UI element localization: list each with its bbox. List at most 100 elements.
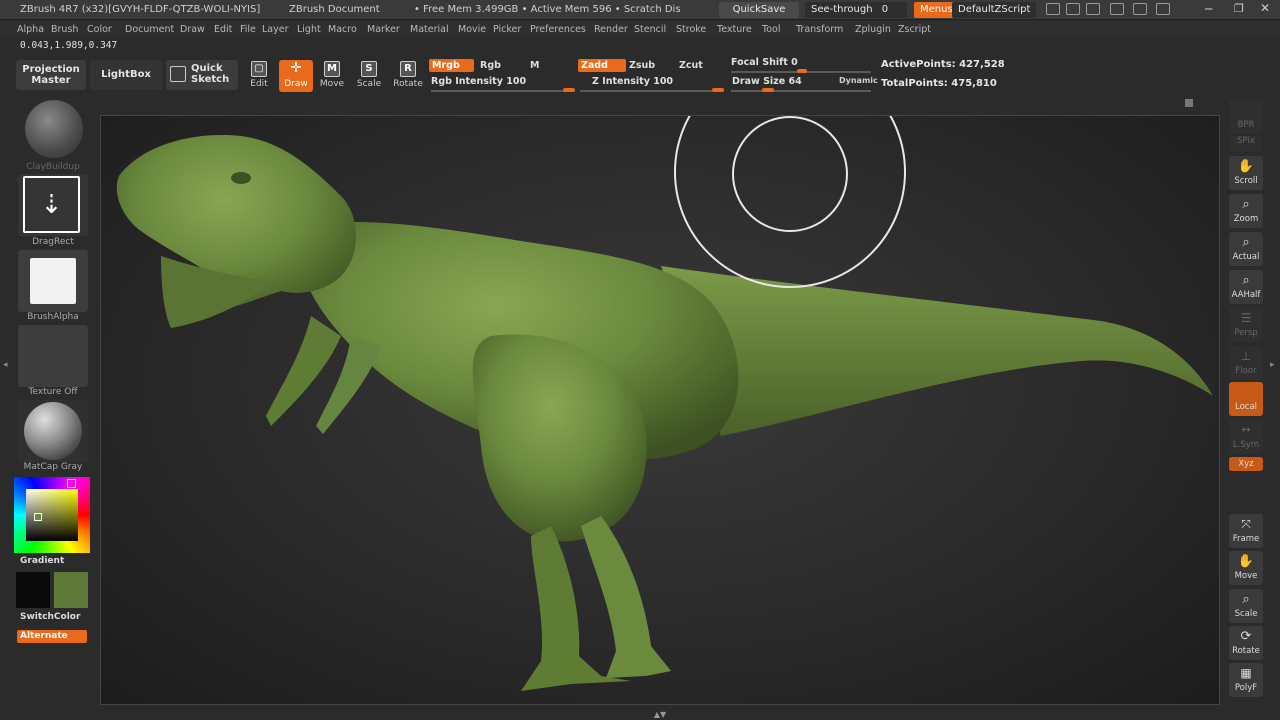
menu-item-light[interactable]: Light: [297, 24, 321, 35]
menu-item-draw[interactable]: Draw: [180, 24, 205, 35]
zsub-toggle[interactable]: Zsub: [626, 59, 676, 72]
bpr-button[interactable]: BPR: [1229, 100, 1263, 134]
menu-item-brush[interactable]: Brush: [51, 24, 78, 35]
menu-item-document[interactable]: Document: [125, 24, 174, 35]
restore-icon[interactable]: ❐: [1234, 2, 1244, 15]
spix-slider[interactable]: SPix: [1229, 136, 1263, 152]
default-zscript-button[interactable]: DefaultZScript: [952, 2, 1037, 18]
xyz-button[interactable]: Xyz: [1229, 457, 1263, 471]
menu-item-zscript[interactable]: Zscript: [898, 24, 931, 35]
rgb-toggle[interactable]: Rgb: [477, 59, 527, 72]
rgb-intensity-track[interactable]: [431, 90, 575, 92]
lsym-label: L.Sym: [1232, 440, 1260, 450]
menu-item-macro[interactable]: Macro: [328, 24, 357, 35]
menu-item-stencil[interactable]: Stencil: [634, 24, 666, 35]
texture-thumbnail[interactable]: [18, 325, 88, 387]
menu-item-tool[interactable]: Tool: [762, 24, 780, 35]
scroll-button[interactable]: ✋ Scroll: [1229, 156, 1263, 190]
trex-eye: [231, 172, 251, 184]
scale-view-button[interactable]: ⌕ Scale: [1229, 589, 1263, 623]
rotate-view-button[interactable]: ⟳ Rotate: [1229, 626, 1263, 660]
left-tray-arrow-icon[interactable]: ◂: [3, 360, 9, 380]
m-toggle[interactable]: M: [527, 59, 577, 72]
move-view-button[interactable]: ✋ Move: [1229, 551, 1263, 585]
focal-shift-slider[interactable]: Focal Shift 0: [731, 57, 798, 68]
secondary-color-swatch[interactable]: [16, 572, 50, 608]
projection-master-button[interactable]: Projection Master: [16, 60, 86, 90]
menu-item-alpha[interactable]: Alpha: [17, 24, 44, 35]
scale-icon: S: [361, 61, 377, 77]
draw-icon: ✛: [290, 60, 302, 76]
alternate-toggle[interactable]: Alternate: [17, 630, 87, 643]
quicksave-button[interactable]: QuickSave: [719, 2, 799, 18]
zadd-toggle[interactable]: Zadd: [578, 59, 626, 72]
layout-icon[interactable]: [1086, 3, 1100, 15]
close-icon[interactable]: ✕: [1260, 1, 1270, 15]
alpha-thumbnail[interactable]: [18, 250, 88, 312]
local-button[interactable]: Local: [1229, 382, 1263, 416]
right-tray-arrow-icon[interactable]: ▸: [1270, 360, 1278, 380]
scale-mode-button[interactable]: S Scale: [352, 60, 386, 92]
frame-button[interactable]: ⤧ Frame: [1229, 514, 1263, 548]
polyf-button[interactable]: ▦ PolyF: [1229, 663, 1263, 697]
menu-item-texture[interactable]: Texture: [717, 24, 752, 35]
zcut-toggle[interactable]: Zcut: [676, 59, 726, 72]
draw-size-slider[interactable]: Draw Size 64: [732, 76, 802, 87]
total-points-label: TotalPoints:: [881, 78, 948, 89]
frame-icon: ⤧: [1241, 517, 1251, 531]
material-thumbnail[interactable]: [18, 400, 88, 462]
window-icon[interactable]: [1110, 3, 1124, 15]
menu-item-material[interactable]: Material: [410, 24, 449, 35]
menu-item-marker[interactable]: Marker: [367, 24, 400, 35]
actual-icon: ⌕: [1242, 235, 1250, 250]
menu-item-picker[interactable]: Picker: [493, 24, 521, 35]
edit-mode-button[interactable]: ▢ Edit: [242, 60, 276, 92]
menu-item-edit[interactable]: Edit: [214, 24, 232, 35]
menu-item-stroke[interactable]: Stroke: [676, 24, 706, 35]
menu-item-preferences[interactable]: Preferences: [530, 24, 586, 35]
see-through-value: 0: [881, 4, 889, 15]
menu-item-file[interactable]: File: [240, 24, 256, 35]
local-icon: [1236, 385, 1256, 401]
floor-button[interactable]: ⊥ Floor: [1229, 346, 1263, 380]
minimize-icon[interactable]: ─: [1205, 2, 1212, 16]
document-canvas[interactable]: [100, 115, 1220, 705]
zoom-button[interactable]: ⌕ Zoom: [1229, 194, 1263, 228]
layout-icon[interactable]: [1066, 3, 1080, 15]
sketch-icon: [170, 66, 186, 82]
bottom-tray-handle-icon[interactable]: ▲▼: [600, 710, 720, 719]
window-icon[interactable]: [1156, 3, 1170, 15]
menu-item-color[interactable]: Color: [87, 24, 112, 35]
tray-handle[interactable]: [1185, 99, 1193, 107]
mrgb-toggle[interactable]: Mrgb: [429, 59, 474, 72]
menu-item-movie[interactable]: Movie: [458, 24, 486, 35]
rotate-mode-button[interactable]: R Rotate: [391, 60, 425, 92]
menu-item-layer[interactable]: Layer: [262, 24, 289, 35]
brush-thumbnail[interactable]: [25, 100, 83, 158]
color-picker[interactable]: [14, 477, 90, 553]
actual-button[interactable]: ⌕ Actual: [1229, 232, 1263, 266]
menu-item-render[interactable]: Render: [594, 24, 628, 35]
main-color-swatch[interactable]: [54, 572, 88, 608]
persp-button[interactable]: ☰ Persp: [1229, 308, 1263, 342]
window-icon[interactable]: [1133, 3, 1147, 15]
aahalf-button[interactable]: ⌕ AAHalf: [1229, 270, 1263, 304]
dynamic-toggle[interactable]: Dynamic: [839, 76, 878, 85]
switch-color-button[interactable]: SwitchColor: [18, 612, 88, 622]
z-intensity-slider[interactable]: Z Intensity 100: [592, 76, 673, 87]
z-intensity-track[interactable]: [580, 90, 724, 92]
see-through-slider[interactable]: See-through 0: [805, 2, 907, 18]
menu-item-zplugin[interactable]: Zplugin: [855, 24, 891, 35]
layout-icon[interactable]: [1046, 3, 1060, 15]
draw-size-track[interactable]: [731, 90, 871, 92]
rgb-intensity-slider[interactable]: Rgb Intensity 100: [431, 76, 526, 87]
lightbox-button[interactable]: LightBox: [90, 60, 162, 90]
quick-sketch-button[interactable]: Quick Sketch: [166, 60, 238, 90]
alpha-label: BrushAlpha: [27, 312, 79, 322]
move-mode-button[interactable]: M Move: [315, 60, 349, 92]
lsym-button[interactable]: ↔ L.Sym: [1229, 420, 1263, 454]
draw-mode-button[interactable]: ✛ Draw: [279, 60, 313, 92]
menu-item-transform[interactable]: Transform: [796, 24, 843, 35]
stroke-thumbnail[interactable]: ⇣: [18, 174, 88, 236]
gradient-toggle[interactable]: Gradient: [18, 556, 88, 566]
